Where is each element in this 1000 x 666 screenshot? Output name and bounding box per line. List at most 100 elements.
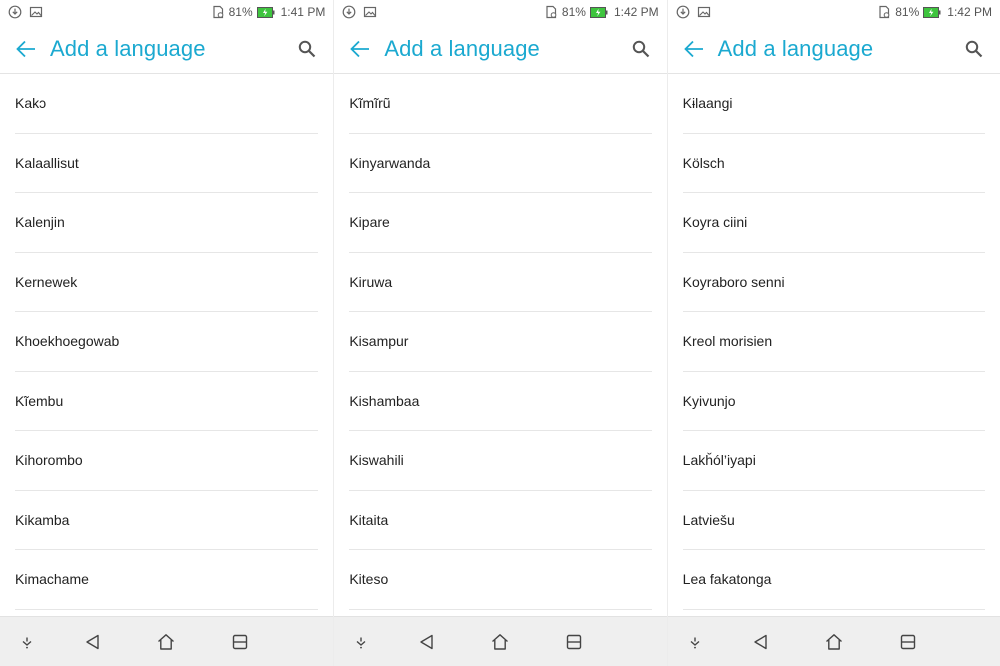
download-notification-icon bbox=[8, 5, 22, 19]
sim-card-icon bbox=[879, 5, 890, 19]
search-icon bbox=[632, 40, 649, 57]
language-list: Kĩmĩrũ Kinyarwanda Kipare Kiruwa Kisampu… bbox=[349, 74, 652, 610]
download-notification-icon bbox=[342, 5, 356, 19]
battery-charging-icon bbox=[589, 6, 608, 18]
home-icon bbox=[825, 634, 842, 650]
language-item[interactable]: Kihorombo bbox=[15, 431, 319, 491]
nav-recent-apps-button[interactable] bbox=[895, 629, 921, 655]
language-item[interactable]: Kĩmĩrũ bbox=[349, 74, 652, 134]
language-item[interactable]: Kernewek bbox=[15, 253, 319, 312]
language-item[interactable]: Kölsch bbox=[682, 134, 985, 193]
language-item[interactable]: Khoekhoegowab bbox=[15, 312, 319, 372]
language-item[interactable]: Kiswahili bbox=[349, 431, 652, 491]
nav-back-button[interactable] bbox=[414, 629, 440, 655]
page-title: Add a language bbox=[717, 35, 874, 61]
battery-percent: 81% bbox=[895, 5, 920, 19]
status-bar: 81% 1:42 PM bbox=[668, 0, 1000, 24]
phone-screen-2: 81% 1:42 PM Add a language Kĩmĩrũ Kinyar… bbox=[333, 0, 667, 666]
status-bar: 81% 1:42 PM bbox=[334, 0, 666, 24]
status-time: 1:41 PM bbox=[280, 5, 326, 19]
back-triangle-icon bbox=[753, 634, 767, 650]
language-item[interactable]: Koyra ciini bbox=[682, 193, 985, 253]
navigation-bar bbox=[0, 616, 334, 666]
back-arrow-icon bbox=[16, 40, 35, 57]
search-button[interactable] bbox=[289, 31, 325, 67]
navigation-bar bbox=[667, 616, 1000, 666]
language-item[interactable]: Lakȟól’iyapi bbox=[682, 431, 985, 491]
language-item[interactable]: Kimachame bbox=[15, 550, 319, 610]
language-item[interactable]: Kalenjin bbox=[15, 193, 319, 253]
language-item[interactable]: Koyraboro senni bbox=[682, 253, 985, 312]
back-arrow-icon bbox=[683, 40, 703, 57]
search-icon bbox=[299, 40, 316, 57]
back-button[interactable] bbox=[674, 29, 714, 69]
app-bar: Add a language bbox=[0, 24, 334, 74]
search-icon bbox=[965, 40, 983, 57]
back-button[interactable] bbox=[6, 29, 46, 69]
back-button[interactable] bbox=[340, 29, 380, 69]
language-item[interactable]: Kipare bbox=[349, 193, 652, 253]
hide-nav-icon bbox=[356, 637, 366, 649]
nav-back-button[interactable] bbox=[80, 629, 106, 655]
language-item[interactable]: Kĩembu bbox=[15, 372, 319, 431]
battery-percent: 81% bbox=[561, 5, 586, 19]
phone-screen-1: 81% 1:41 PM Add a language Kakɔ Kalaalli… bbox=[0, 0, 334, 666]
language-item[interactable]: Kakɔ bbox=[15, 74, 319, 134]
download-notification-icon bbox=[676, 5, 690, 19]
language-item[interactable]: Lea fakatonga bbox=[682, 550, 985, 610]
language-item[interactable]: Kɨlaangi bbox=[682, 74, 985, 134]
search-button[interactable] bbox=[623, 31, 659, 67]
language-item[interactable]: Kiteso bbox=[349, 550, 652, 610]
app-bar: Add a language bbox=[334, 24, 667, 74]
nav-home-button[interactable] bbox=[487, 629, 513, 655]
battery-percent: 81% bbox=[228, 5, 253, 19]
battery-charging-icon bbox=[256, 6, 275, 18]
nav-recent-apps-button[interactable] bbox=[561, 629, 587, 655]
sim-card-icon bbox=[546, 5, 557, 19]
hide-nav-icon bbox=[22, 637, 32, 649]
language-item[interactable]: Kreol morisien bbox=[682, 312, 985, 372]
status-bar: 81% 1:41 PM bbox=[0, 0, 333, 24]
language-item[interactable]: Kikamba bbox=[15, 491, 319, 550]
nav-home-button[interactable] bbox=[821, 629, 847, 655]
navigation-bar bbox=[334, 616, 667, 666]
hide-nav-button[interactable] bbox=[682, 629, 708, 655]
language-item[interactable]: Latviešu bbox=[682, 491, 985, 550]
sim-card-icon bbox=[212, 5, 223, 19]
status-time: 1:42 PM bbox=[613, 5, 659, 19]
hide-nav-button[interactable] bbox=[14, 629, 40, 655]
back-triangle-icon bbox=[420, 634, 434, 650]
language-item[interactable]: Kinyarwanda bbox=[349, 134, 652, 193]
app-bar: Add a language bbox=[667, 24, 1000, 74]
home-icon bbox=[492, 634, 509, 650]
nav-recent-apps-button[interactable] bbox=[227, 629, 253, 655]
hide-nav-button[interactable] bbox=[348, 629, 374, 655]
language-item[interactable]: Kitaita bbox=[349, 491, 652, 550]
home-icon bbox=[158, 634, 174, 650]
page-title: Add a language bbox=[50, 35, 206, 61]
language-item[interactable]: Kyivunjo bbox=[682, 372, 985, 431]
status-time: 1:42 PM bbox=[947, 5, 992, 19]
image-notification-icon bbox=[697, 6, 710, 18]
language-item[interactable]: Kalaallisut bbox=[15, 134, 319, 193]
language-item[interactable]: Kisampur bbox=[349, 312, 652, 372]
recent-apps-icon bbox=[567, 634, 582, 650]
back-arrow-icon bbox=[350, 40, 370, 57]
image-notification-icon bbox=[29, 6, 43, 18]
language-item[interactable]: Kiruwa bbox=[349, 253, 652, 312]
phone-screen-3: 81% 1:42 PM Add a language Kɨlaangi Köls… bbox=[666, 0, 1000, 666]
recent-apps-icon bbox=[232, 634, 248, 650]
hide-nav-icon bbox=[690, 637, 700, 649]
back-triangle-icon bbox=[86, 634, 99, 650]
search-button[interactable] bbox=[956, 31, 992, 67]
language-item[interactable]: Kishambaa bbox=[349, 372, 652, 431]
nav-back-button[interactable] bbox=[748, 629, 774, 655]
language-list: Kakɔ Kalaallisut Kalenjin Kernewek Khoek… bbox=[15, 74, 319, 610]
screenshot-collage: 81% 1:41 PM Add a language Kakɔ Kalaalli… bbox=[0, 0, 1000, 666]
language-list: Kɨlaangi Kölsch Koyra ciini Koyraboro se… bbox=[682, 74, 985, 610]
image-notification-icon bbox=[364, 6, 377, 18]
battery-charging-icon bbox=[923, 6, 941, 18]
recent-apps-icon bbox=[900, 634, 915, 650]
page-title: Add a language bbox=[384, 35, 540, 61]
nav-home-button[interactable] bbox=[153, 629, 179, 655]
